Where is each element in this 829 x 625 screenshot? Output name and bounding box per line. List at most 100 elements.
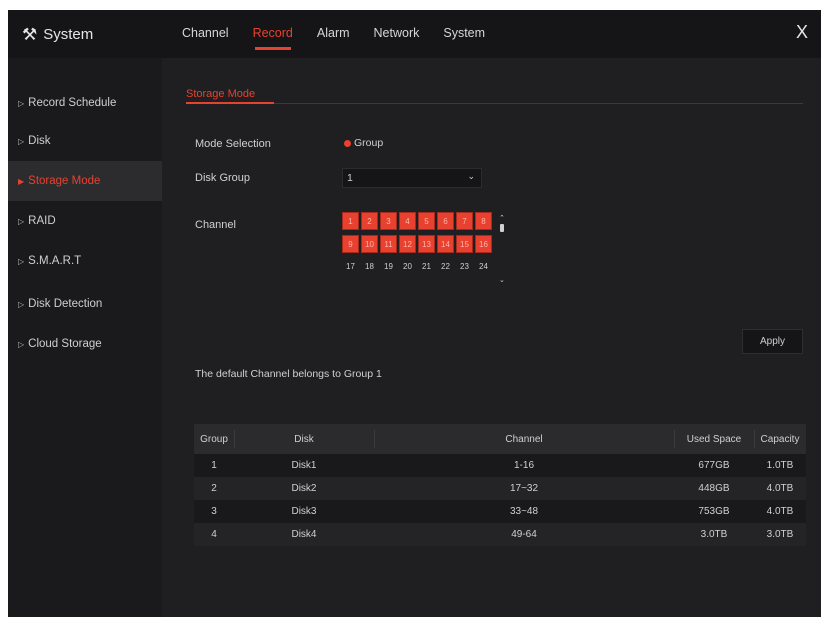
channel-cell[interactable]: 19 bbox=[380, 258, 397, 276]
triangle-right-icon: ▷ bbox=[18, 299, 25, 309]
tab-network[interactable]: Network bbox=[374, 10, 434, 58]
channel-cell[interactable]: 6 bbox=[437, 212, 454, 230]
radio-selected-icon[interactable] bbox=[344, 139, 351, 147]
channel-cell[interactable]: 1 bbox=[342, 212, 359, 230]
tab-channel[interactable]: Channel bbox=[182, 10, 243, 58]
sidebar-item-label: Record Schedule bbox=[28, 97, 117, 109]
channel-cell[interactable]: 14 bbox=[437, 235, 454, 253]
channel-cell[interactable]: 22 bbox=[437, 258, 454, 276]
cell-channel: 49-64 bbox=[511, 529, 537, 540]
channel-cell[interactable]: 11 bbox=[380, 235, 397, 253]
cell-disk: Disk4 bbox=[291, 529, 317, 540]
channel-cell[interactable]: 8 bbox=[475, 212, 492, 230]
disk-group-select[interactable]: 1 ⌄ bbox=[342, 168, 482, 188]
channel-cell[interactable]: 2 bbox=[361, 212, 378, 230]
scroll-thumb[interactable] bbox=[500, 224, 504, 232]
triangle-right-icon: ▶ bbox=[18, 176, 25, 186]
channel-cell[interactable]: 10 bbox=[361, 235, 378, 253]
cell-capacity: 4.0TB bbox=[766, 483, 794, 494]
default-group-note: The default Channel belongs to Group 1 bbox=[195, 368, 382, 380]
channel-cell[interactable]: 3 bbox=[380, 212, 397, 230]
sidebar: ▷ Record Schedule ▷ Disk ▶ Storage Mode … bbox=[8, 58, 162, 617]
top-bar: ⚒ System Channel Record Alarm Network Sy… bbox=[8, 10, 821, 58]
channel-cell[interactable]: 13 bbox=[418, 235, 435, 253]
app-title-label: System bbox=[43, 25, 94, 43]
cell-used-space: 677GB bbox=[698, 460, 730, 471]
header-capacity: Capacity bbox=[760, 433, 800, 445]
channel-cell[interactable]: 5 bbox=[418, 212, 435, 230]
cell-used-space: 448GB bbox=[698, 483, 730, 494]
storage-group-table: Group Disk Channel Used Space Capacity 1… bbox=[194, 424, 806, 546]
sidebar-item-label: S.M.A.R.T bbox=[28, 255, 82, 267]
cell-group: 4 bbox=[211, 529, 217, 540]
main-content: Storage Mode Mode Selection Group Disk G… bbox=[162, 58, 821, 617]
group-radio[interactable]: Group bbox=[344, 137, 383, 149]
channel-grid-scrollbar[interactable]: ⌃ ⌄ bbox=[499, 214, 505, 284]
channel-cell[interactable]: 23 bbox=[456, 258, 473, 276]
cell-group: 3 bbox=[211, 506, 217, 517]
subtab-storage-mode[interactable]: Storage Mode bbox=[186, 88, 255, 100]
channel-cell[interactable]: 15 bbox=[456, 235, 473, 253]
triangle-right-icon: ▷ bbox=[18, 136, 25, 146]
chevron-down-icon: ⌄ bbox=[467, 171, 475, 181]
cell-disk: Disk2 bbox=[291, 483, 317, 494]
sidebar-item-record-schedule[interactable]: ▷ Record Schedule bbox=[8, 83, 162, 123]
mode-selection-label: Mode Selection bbox=[195, 138, 271, 150]
channel-cell[interactable]: 17 bbox=[342, 258, 359, 276]
table-row[interactable]: 4 Disk4 49-64 3.0TB 3.0TB bbox=[194, 523, 806, 546]
cell-capacity: 3.0TB bbox=[766, 529, 794, 540]
cell-capacity: 4.0TB bbox=[766, 506, 794, 517]
tab-record[interactable]: Record bbox=[253, 10, 307, 58]
sidebar-item-label: RAID bbox=[28, 215, 56, 227]
group-radio-label: Group bbox=[354, 137, 384, 149]
sidebar-item-disk[interactable]: ▷ Disk bbox=[8, 121, 162, 161]
cell-disk: Disk3 bbox=[291, 506, 317, 517]
sidebar-item-cloud-storage[interactable]: ▷ Cloud Storage bbox=[8, 324, 162, 364]
sidebar-item-label: Storage Mode bbox=[28, 175, 101, 187]
table-row[interactable]: 3 Disk3 33~48 753GB 4.0TB bbox=[194, 500, 806, 523]
apply-button[interactable]: Apply bbox=[742, 329, 803, 354]
sidebar-item-smart[interactable]: ▷ S.M.A.R.T bbox=[8, 241, 162, 281]
sidebar-item-storage-mode[interactable]: ▶ Storage Mode bbox=[8, 161, 162, 201]
table-header: Group Disk Channel Used Space Capacity bbox=[194, 424, 806, 454]
settings-window: ⚒ System Channel Record Alarm Network Sy… bbox=[8, 10, 821, 617]
sidebar-item-raid[interactable]: ▷ RAID bbox=[8, 201, 162, 241]
table-row[interactable]: 1 Disk1 1-16 677GB 1.0TB bbox=[194, 454, 806, 477]
disk-group-value: 1 bbox=[347, 172, 353, 184]
channel-cell[interactable]: 20 bbox=[399, 258, 416, 276]
scroll-down-icon[interactable]: ⌄ bbox=[499, 276, 505, 284]
cell-channel: 1-16 bbox=[513, 460, 534, 471]
channel-cell[interactable]: 4 bbox=[399, 212, 416, 230]
sidebar-item-label: Disk bbox=[28, 135, 51, 147]
app-title: ⚒ System bbox=[22, 22, 93, 46]
channel-cell[interactable]: 12 bbox=[399, 235, 416, 253]
cell-group: 1 bbox=[211, 460, 217, 471]
tab-system[interactable]: System bbox=[443, 10, 499, 58]
header-used-space: Used Space bbox=[686, 433, 742, 445]
header-group: Group bbox=[200, 433, 228, 445]
channel-grid: ⌃ ⌄ 1 2 3 4 5 6 7 8 9 10 11 12 13 14 15 16 17 18 19 20 21 22 2… bbox=[342, 212, 506, 289]
tab-alarm[interactable]: Alarm bbox=[317, 10, 364, 58]
table-row[interactable]: 2 Disk2 17~32 448GB 4.0TB bbox=[194, 477, 806, 500]
main-tabs: Channel Record Alarm Network System bbox=[182, 10, 509, 58]
disk-group-label: Disk Group bbox=[195, 172, 251, 184]
cell-disk: Disk1 bbox=[291, 460, 317, 471]
triangle-right-icon: ▷ bbox=[18, 256, 25, 266]
channel-label: Channel bbox=[195, 219, 236, 231]
close-icon[interactable]: X bbox=[791, 20, 813, 44]
triangle-right-icon: ▷ bbox=[18, 98, 25, 108]
subtab-underline bbox=[186, 102, 274, 104]
table-body: 1 Disk1 1-16 677GB 1.0TB 2 Disk2 17~32 4… bbox=[194, 454, 806, 546]
scroll-up-icon[interactable]: ⌃ bbox=[499, 214, 505, 222]
cell-capacity: 1.0TB bbox=[766, 460, 794, 471]
channel-cell[interactable]: 7 bbox=[456, 212, 473, 230]
channel-cell[interactable]: 24 bbox=[475, 258, 492, 276]
channel-cell[interactable]: 9 bbox=[342, 235, 359, 253]
triangle-right-icon: ▷ bbox=[18, 339, 25, 349]
sidebar-item-disk-detection[interactable]: ▷ Disk Detection bbox=[8, 284, 162, 324]
channel-cell[interactable]: 16 bbox=[475, 235, 492, 253]
cell-channel: 33~48 bbox=[509, 506, 539, 517]
channel-cell[interactable]: 21 bbox=[418, 258, 435, 276]
channel-cell[interactable]: 18 bbox=[361, 258, 378, 276]
sidebar-item-label: Cloud Storage bbox=[28, 338, 102, 350]
